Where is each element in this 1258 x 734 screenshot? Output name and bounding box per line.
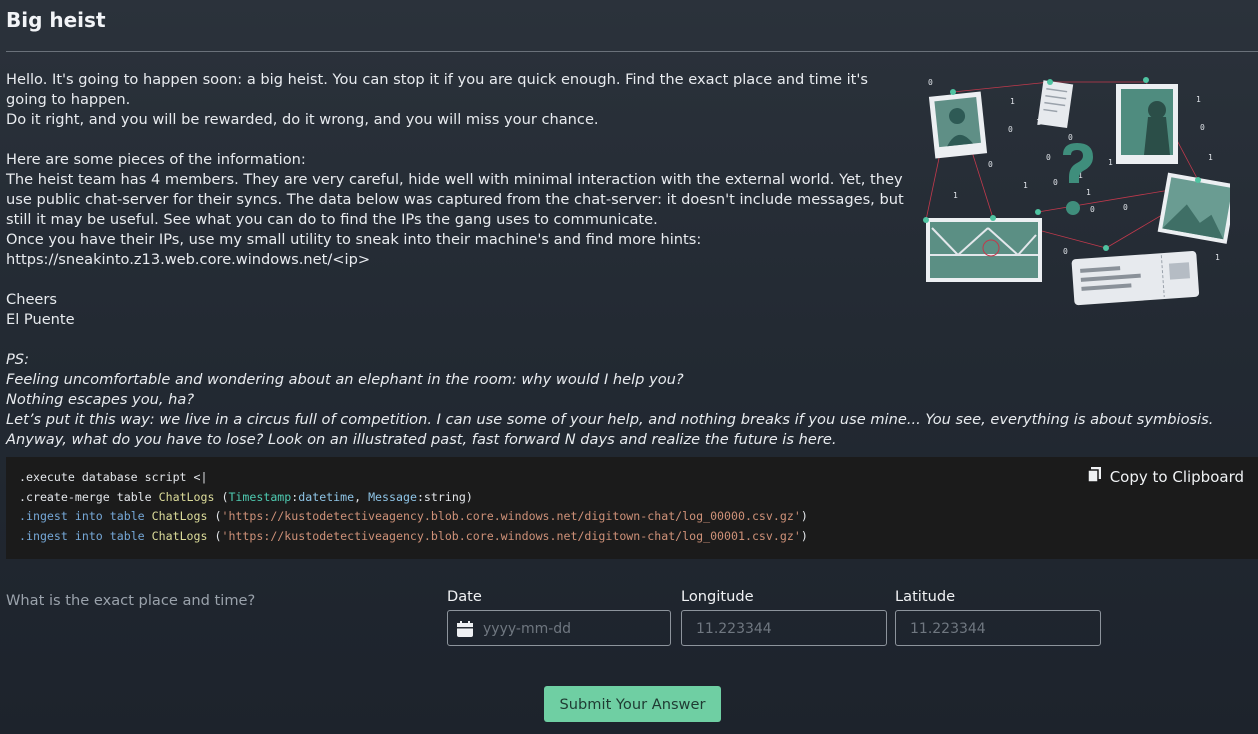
- svg-text:0: 0: [1090, 205, 1095, 214]
- date-input[interactable]: [481, 611, 662, 647]
- code-line: .execute database script <|: [19, 470, 208, 484]
- svg-text:1: 1: [1215, 253, 1220, 262]
- longitude-input-box: [681, 610, 887, 647]
- latitude-input-box: [895, 610, 1101, 647]
- svg-text:1: 1: [1208, 153, 1213, 162]
- ps-text: PS: Feeling uncomfortable and wondering …: [6, 350, 1246, 450]
- svg-text:1: 1: [953, 191, 958, 200]
- signature: El Puente: [6, 311, 75, 328]
- latitude-label: Latitude: [895, 588, 956, 605]
- longitude-field: Longitude: [681, 588, 887, 647]
- detective-board-illustration: 010 010 011 100 011 100 111: [918, 70, 1238, 315]
- code-line: .ingest into table ChatLogs ('https://ku…: [19, 509, 808, 523]
- longitude-label: Longitude: [681, 588, 754, 605]
- story-line: The heist team has 4 members. They are v…: [6, 171, 904, 228]
- copy-to-clipboard-button[interactable]: Copy to Clipboard: [1086, 466, 1244, 489]
- svg-text:1: 1: [1023, 181, 1028, 190]
- svg-text:0: 0: [928, 78, 933, 87]
- svg-text:0: 0: [988, 160, 993, 169]
- svg-text:1: 1: [1108, 158, 1113, 167]
- latitude-input[interactable]: [908, 611, 1092, 647]
- story-text: Hello. It's going to happen soon: a big …: [6, 70, 906, 330]
- answer-question: What is the exact place and time?: [6, 592, 256, 609]
- ps-label: PS:: [6, 351, 29, 368]
- svg-text:0: 0: [1063, 247, 1068, 256]
- title-divider: [6, 51, 1258, 52]
- longitude-input[interactable]: [694, 611, 878, 647]
- sneak-url: https://sneakinto.z13.web.core.windows.n…: [6, 251, 371, 268]
- submit-answer-button[interactable]: Submit Your Answer: [544, 686, 721, 722]
- page-title: Big heist: [6, 8, 106, 32]
- svg-text:0: 0: [1068, 133, 1073, 142]
- svg-text:1: 1: [1086, 188, 1091, 197]
- date-input-box: [447, 610, 671, 647]
- ps-line: Nothing escapes you, ha?: [6, 391, 195, 408]
- ps-line: Feeling uncomfortable and wondering abou…: [6, 371, 684, 388]
- copy-label: Copy to Clipboard: [1109, 467, 1244, 486]
- signoff: Cheers: [6, 291, 57, 308]
- story-line: Once you have their IPs, use my small ut…: [6, 231, 702, 248]
- story-line: Do it right, and you will be rewarded, d…: [6, 111, 599, 128]
- svg-text:0: 0: [1200, 123, 1205, 132]
- svg-text:0: 0: [1008, 125, 1013, 134]
- date-label: Date: [447, 588, 482, 605]
- svg-text:1: 1: [1196, 95, 1201, 104]
- latitude-field: Latitude: [895, 588, 1101, 647]
- code-line: .create-merge table ChatLogs (Timestamp:…: [19, 489, 473, 504]
- svg-text:1: 1: [1010, 97, 1015, 106]
- story-line: Here are some pieces of the information:: [6, 151, 306, 168]
- code-line: .ingest into table ChatLogs ('https://ku…: [19, 528, 808, 543]
- svg-text:0: 0: [1046, 153, 1051, 162]
- svg-text:0: 0: [1053, 178, 1058, 187]
- ps-line: Let’s put it this way: we live in a circ…: [6, 411, 1214, 428]
- code-lines: .execute database script <| .create-merg…: [19, 468, 808, 546]
- calendar-icon[interactable]: [456, 620, 474, 642]
- copy-icon: [1086, 466, 1103, 489]
- story-line: Hello. It's going to happen soon: a big …: [6, 71, 868, 108]
- date-field: Date: [447, 588, 671, 647]
- ps-line: Anyway, what do you have to lose? Look o…: [6, 431, 837, 448]
- code-block: .execute database script <| .create-merg…: [6, 457, 1258, 559]
- svg-text:0: 0: [1123, 203, 1128, 212]
